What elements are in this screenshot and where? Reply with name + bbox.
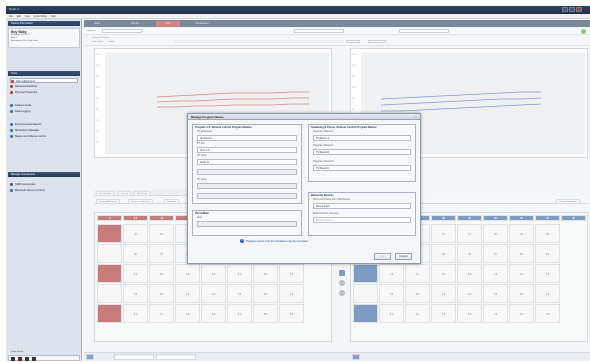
accessories-header: Manage Accessories: [8, 172, 80, 177]
tool-label: Microphone Manager: [15, 129, 40, 132]
streamer-channel-3-label: Streamer Channel 3: [313, 161, 334, 163]
tools-header: Tools: [8, 71, 80, 76]
sidebar-tool-3[interactable]: Feature Guide: [10, 103, 78, 108]
patient-header: Patient Information: [8, 21, 80, 26]
phonemate-input[interactable]: [197, 221, 297, 227]
patient-card: Boy Baby Birthdate: 6/1/2014 Age: 1 Expe…: [8, 28, 80, 48]
tool-label: Beeps and Volume Control: [15, 135, 46, 138]
streamer-channel-1-label: Streamer Channel 1: [313, 131, 334, 133]
sdm-accessories-item[interactable]: SDM Accessories: [10, 182, 78, 187]
quick-guard-bar: Quick Guard: [8, 351, 80, 361]
phonemate-group: PhoneMate None: [192, 210, 302, 236]
p1-name-input[interactable]: All Around: [197, 135, 297, 141]
streamer-channel-3-input[interactable]: TV/Media C: [313, 165, 411, 171]
info-icon: i: [240, 239, 244, 243]
sidebar: Patient Information Boy Baby Birthdate: …: [6, 19, 82, 361]
sidebar-tool-2[interactable]: Physical Properties: [10, 90, 78, 95]
streaming-program-names-title: Streaming & Phone: Remote Control Progra…: [311, 126, 377, 129]
p4-label: P4: None: [197, 179, 207, 181]
bluetooth-controls-item[interactable]: Bluetooth Stereo Controls: [10, 188, 78, 193]
phonemate-label: None: [197, 217, 203, 219]
p1-label: P1: All Around: [197, 131, 212, 133]
p4-extra-input: [197, 193, 297, 199]
title-bar: Noah 4: [6, 6, 590, 14]
sidebar-tool-5[interactable]: Environmental Selector: [10, 122, 78, 127]
bt-device-1-label: Phone Car Phone Car / Gold Device: [313, 199, 351, 201]
tool-icon: [10, 109, 13, 113]
remote-program-names-title: Program 1-4: Remote Control Program Name…: [195, 126, 252, 129]
tool-label: Gain Adjustment: [16, 80, 36, 83]
remote-program-names-group: Program 1-4: Remote Control Program Name…: [192, 124, 302, 204]
sidebar-tool-0[interactable]: Gain Adjustment: [10, 78, 78, 83]
cancel-button[interactable]: Cancel: [395, 253, 412, 260]
tool-icon: [10, 103, 13, 107]
sidebar-tool-6[interactable]: Microphone Manager: [10, 128, 78, 133]
streamer-channel-2-input[interactable]: TV/Media B: [313, 149, 411, 155]
maximize-button[interactable]: [569, 7, 575, 12]
minimize-button[interactable]: [562, 7, 568, 12]
patient-experience: Experience: First Time User: [11, 40, 38, 42]
p3-extra-input: [197, 169, 297, 175]
tool-icon: [10, 90, 13, 94]
tool-label: Advanced Features: [15, 85, 38, 88]
p2-name-input[interactable]: Kid's Ch: [197, 147, 297, 153]
device-icon: [10, 182, 13, 186]
sidebar-tool-7[interactable]: Beeps and Volume Control: [10, 134, 78, 139]
p2-label: P2: Kid: [197, 143, 205, 145]
bluetooth-devices-title: Bluetooth Devices: [311, 194, 334, 197]
stop-icon[interactable]: [31, 357, 36, 361]
truncation-note: Program names over 10 characters may be …: [246, 240, 309, 243]
streamer-channel-1-input[interactable]: TV/Stereo A: [313, 135, 411, 141]
quick-guard-label: Quick Guard: [11, 351, 24, 353]
streaming-program-names-group: Streaming & Phone: Remote Control Progra…: [308, 124, 416, 182]
tool-label: Feature Guide: [15, 104, 32, 107]
window-title: Noah 4: [9, 7, 19, 11]
rewind-icon[interactable]: [11, 357, 15, 361]
ok-button[interactable]: OK: [374, 253, 391, 260]
tool-icon: [10, 122, 13, 126]
bt-device-2-input[interactable]: Sample Device: [313, 217, 411, 223]
tool-icon: [10, 128, 13, 132]
bluetooth-devices-group: Bluetooth Devices Phone Car Phone Car / …: [308, 192, 416, 236]
tool-icon: [10, 134, 13, 138]
tool-label: Data Logging: [15, 110, 31, 113]
streamer-channel-2-label: Streamer Channel 2: [313, 145, 334, 147]
pause-icon[interactable]: [24, 357, 29, 361]
bluetooth-icon: [10, 188, 13, 192]
phonemate-title: PhoneMate: [195, 212, 209, 215]
bt-device-1-input[interactable]: Phone Clips: [313, 203, 411, 209]
tool-icon: [11, 79, 14, 83]
bt-device-2-label: Bluetooth Devs (Service): [313, 213, 339, 215]
tool-icon: [10, 84, 13, 88]
p3-label: P3: None: [197, 155, 207, 157]
close-button[interactable]: [576, 7, 582, 12]
sidebar-tool-4[interactable]: Data Logging: [10, 109, 78, 114]
close-icon[interactable]: ×: [414, 115, 418, 119]
tool-label: Physical Properties: [15, 91, 38, 94]
dialog-title: Manage Program Names: [188, 114, 420, 120]
manage-program-names-dialog: Manage Program Names × Program 1-4: Remo…: [187, 113, 421, 264]
p4-name-input[interactable]: [197, 183, 297, 189]
play-icon[interactable]: [17, 357, 22, 361]
tool-label: Environmental Selector: [15, 123, 42, 126]
p3-name-input[interactable]: Audio In: [197, 159, 297, 165]
sidebar-tool-1[interactable]: Advanced Features: [10, 84, 78, 89]
